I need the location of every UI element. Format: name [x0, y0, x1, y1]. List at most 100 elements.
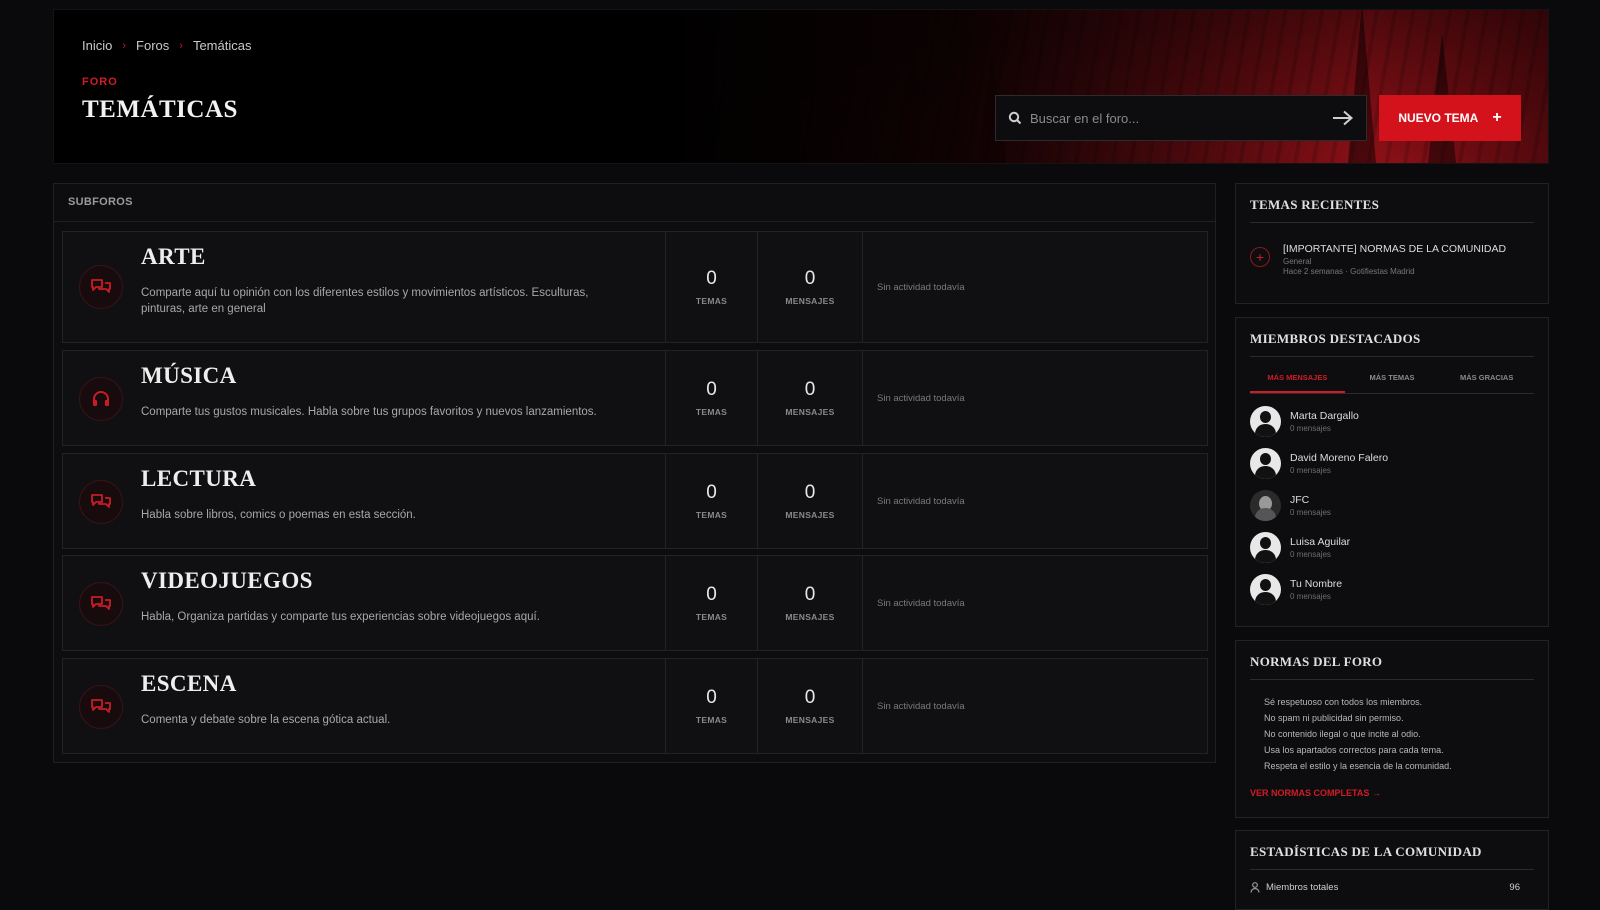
- member-name: JFC: [1290, 493, 1310, 506]
- recent-topic-meta: Hace 2 semanas · Gotifiestas Madrid: [1283, 267, 1415, 276]
- member-count: 0 mensajes: [1290, 549, 1331, 559]
- avatar: [1250, 573, 1281, 605]
- new-topic-button[interactable]: NUEVO TEMA +: [1379, 95, 1521, 141]
- featured-members-panel: MIEMBROS DESTACADOS MÁS MENSAJES MÁS TEM…: [1235, 317, 1549, 627]
- messages-count: 0 MENSAJES: [758, 659, 863, 753]
- forum-hero-banner: Inicio › Foros › Temáticas FORO TEMÁTICA…: [53, 9, 1549, 164]
- chat-bubbles-icon: [79, 685, 123, 729]
- rules-list: Sé respetuoso con todos los miembros. No…: [1236, 680, 1548, 774]
- featured-members-heading: MIEMBROS DESTACADOS: [1250, 318, 1534, 357]
- rule-item: Respeta el estilo y la esencia de la com…: [1264, 761, 1452, 771]
- topics-count: 0 TEMAS: [666, 659, 758, 753]
- rule-item: Usa los apartados correctos para cada te…: [1264, 745, 1444, 755]
- subforum-title[interactable]: ARTE: [141, 244, 206, 270]
- member-count: 0 mensajes: [1290, 507, 1331, 517]
- plus-circle-icon: +: [1250, 247, 1270, 267]
- breadcrumb: Inicio › Foros › Temáticas: [82, 38, 251, 53]
- member-name: Marta Dargallo: [1290, 409, 1359, 422]
- avatar: [1250, 531, 1281, 563]
- community-stats-heading: ESTADÍSTICAS DE LA COMUNIDAD: [1250, 831, 1534, 870]
- messages-count: 0 MENSAJES: [758, 232, 863, 342]
- subforum-description: Comparte tus gustos musicales. Habla sob…: [141, 406, 597, 418]
- subforum-title[interactable]: ESCENA: [141, 671, 237, 697]
- page-title: TEMÁTICAS: [82, 96, 238, 123]
- avatar: [1250, 489, 1281, 521]
- forum-rules-heading: NORMAS DEL FORO: [1250, 641, 1534, 680]
- member-item[interactable]: Luisa Aguilar 0 mensajes: [1250, 526, 1534, 568]
- recent-topics-heading: TEMAS RECIENTES: [1250, 184, 1534, 223]
- member-item[interactable]: Marta Dargallo 0 mensajes: [1250, 400, 1534, 442]
- view-full-rules-link[interactable]: VER NORMAS COMPLETAS →: [1250, 788, 1534, 798]
- tab-mas-mensajes[interactable]: MÁS MENSAJES: [1250, 373, 1345, 393]
- avatar: [1250, 405, 1281, 437]
- subforum-title[interactable]: LECTURA: [141, 466, 256, 492]
- subforum-row-musica[interactable]: MÚSICA Comparte tus gustos musicales. Ha…: [62, 350, 1208, 446]
- new-topic-label: NUEVO TEMA: [1398, 111, 1479, 125]
- chevron-right-icon: ›: [122, 39, 127, 52]
- subforum-description: Comparte aquí tu opinión con los diferen…: [141, 287, 589, 315]
- chevron-right-icon: ›: [179, 39, 183, 52]
- topics-count: 0 TEMAS: [666, 232, 758, 342]
- messages-count: 0 MENSAJES: [758, 454, 863, 548]
- last-activity: Sin actividad todavía: [877, 700, 965, 712]
- total-members-row: Miembros totales 96: [1250, 882, 1534, 893]
- subforum-title[interactable]: MÚSICA: [141, 363, 237, 389]
- headphones-icon: [79, 377, 123, 421]
- arrow-right-icon[interactable]: [1332, 110, 1354, 126]
- community-stats-panel: ESTADÍSTICAS DE LA COMUNIDAD Miembros to…: [1235, 830, 1549, 910]
- member-item[interactable]: Tu Nombre 0 mensajes: [1250, 568, 1534, 610]
- subforum-description: Habla sobre libros, comics o poemas en e…: [141, 509, 416, 521]
- members-tabs: MÁS MENSAJES MÁS TEMAS MÁS GRACIAS: [1250, 373, 1534, 394]
- last-activity: Sin actividad todavía: [877, 392, 965, 404]
- recent-topic-item[interactable]: + [IMPORTANTE] NORMAS DE LA COMUNIDAD Ge…: [1236, 223, 1548, 276]
- subforum-row-arte[interactable]: ARTE Comparte aquí tu opinión con los di…: [62, 231, 1208, 343]
- topics-count: 0 TEMAS: [666, 454, 758, 548]
- member-count: 0 mensajes: [1290, 591, 1331, 601]
- chat-bubbles-icon: [79, 265, 123, 309]
- subforum-description: Comenta y debate sobre la escena gótica …: [141, 714, 391, 726]
- total-members-value: 96: [1509, 882, 1520, 893]
- forum-rules-panel: NORMAS DEL FORO Sé respetuoso con todos …: [1235, 640, 1549, 818]
- recent-topic-category: General: [1283, 257, 1312, 266]
- topics-count: 0 TEMAS: [666, 351, 758, 445]
- tab-mas-temas[interactable]: MÁS TEMAS: [1345, 373, 1440, 393]
- chat-bubbles-icon: [79, 582, 123, 626]
- subforums-panel: SUBFOROS ARTE Comparte aquí tu opinión c…: [53, 183, 1216, 763]
- member-item[interactable]: David Moreno Falero 0 mensajes: [1250, 442, 1534, 484]
- tab-mas-gracias[interactable]: MÁS GRACIAS: [1439, 373, 1534, 393]
- search-icon: [1008, 111, 1022, 125]
- subforum-row-lectura[interactable]: LECTURA Habla sobre libros, comics o poe…: [62, 453, 1208, 549]
- rule-item: Sé respetuoso con todos los miembros.: [1264, 697, 1423, 707]
- avatar: [1250, 447, 1281, 479]
- plus-icon: +: [1492, 109, 1502, 126]
- rule-item: No spam ni publicidad sin permiso.: [1264, 713, 1404, 723]
- rule-item: No contenido ilegal o que incite al odio…: [1264, 729, 1421, 739]
- breadcrumb-tematicas: Temáticas: [192, 38, 252, 53]
- subforum-description: Habla, Organiza partidas y comparte tus …: [141, 611, 540, 623]
- member-count: 0 mensajes: [1290, 423, 1331, 433]
- search-input[interactable]: [1030, 110, 1332, 126]
- last-activity: Sin actividad todavía: [877, 281, 965, 293]
- subforum-row-videojuegos[interactable]: VIDEOJUEGOS Habla, Organiza partidas y c…: [62, 555, 1208, 651]
- messages-count: 0 MENSAJES: [758, 556, 863, 650]
- recent-topic-title[interactable]: [IMPORTANTE] NORMAS DE LA COMUNIDAD: [1283, 243, 1506, 255]
- last-activity: Sin actividad todavía: [877, 597, 965, 609]
- chat-bubbles-icon: [79, 480, 123, 524]
- member-name: Luisa Aguilar: [1290, 535, 1351, 548]
- user-icon: [1250, 882, 1260, 893]
- section-kicker: FORO: [82, 76, 118, 88]
- subforum-title[interactable]: VIDEOJUEGOS: [141, 568, 313, 594]
- forum-search: [995, 95, 1367, 141]
- total-members-label: Miembros totales: [1266, 882, 1339, 893]
- member-count: 0 mensajes: [1290, 465, 1331, 475]
- breadcrumb-inicio[interactable]: Inicio: [82, 38, 112, 53]
- member-item[interactable]: JFC 0 mensajes: [1250, 484, 1534, 526]
- topics-count: 0 TEMAS: [666, 556, 758, 650]
- last-activity: Sin actividad todavía: [877, 495, 965, 507]
- member-name: David Moreno Falero: [1290, 451, 1389, 464]
- recent-topics-panel: TEMAS RECIENTES + [IMPORTANTE] NORMAS DE…: [1235, 183, 1549, 304]
- breadcrumb-foros[interactable]: Foros: [136, 38, 169, 53]
- subforums-heading: SUBFOROS: [54, 184, 1215, 222]
- messages-count: 0 MENSAJES: [758, 351, 863, 445]
- subforum-row-escena[interactable]: ESCENA Comenta y debate sobre la escena …: [62, 658, 1208, 754]
